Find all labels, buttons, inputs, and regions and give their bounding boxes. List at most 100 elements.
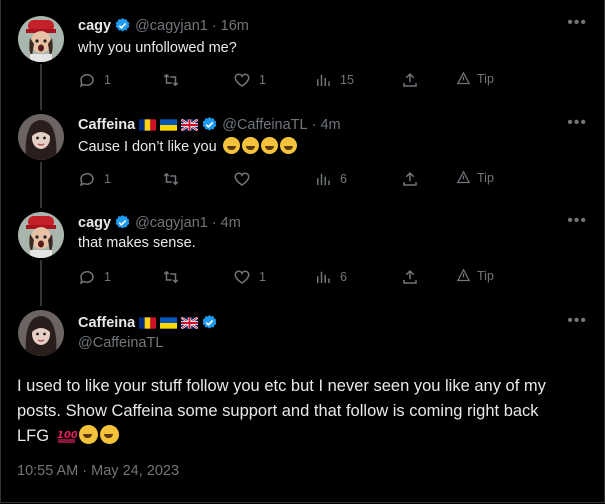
tweet-text: why you unfollowed me? [78, 40, 237, 56]
tweet-text: Cause I don’t like you [78, 137, 297, 155]
more-icon[interactable]: ••• [567, 312, 587, 330]
share-button[interactable] [401, 71, 419, 89]
share-icon [403, 171, 417, 186]
rolling-laughing-emoji-icon [222, 137, 240, 154]
tip-button[interactable]: Tip [456, 170, 494, 185]
retweet-icon [163, 270, 179, 284]
main-tweet-text: I used to like your stuff follow you etc… [17, 374, 597, 449]
retweet-button[interactable] [162, 268, 188, 286]
verified-badge-icon [202, 315, 217, 329]
romania-flag-icon [139, 118, 157, 131]
views-icon [317, 173, 330, 185]
action-bar: 1 1 6 Tip [78, 268, 508, 288]
tip-icon [456, 71, 471, 85]
tip-label: Tip [477, 268, 494, 283]
avatar[interactable] [18, 114, 64, 160]
tweet-header: Caffeina @CaffeinaTL · 4m [78, 116, 341, 133]
heart-icon [234, 73, 250, 87]
ukraine-flag-icon [160, 118, 178, 131]
avatar[interactable] [18, 310, 64, 356]
main-tweet-line: I used to like your stuff follow you etc… [17, 377, 546, 395]
tweet-timestamp[interactable]: 10:55 AM · May 24, 2023 [17, 463, 179, 479]
separator: · [211, 17, 217, 34]
like-button[interactable]: 1 [233, 268, 266, 286]
tip-button[interactable]: Tip [456, 71, 494, 86]
timestamp[interactable]: 16m [221, 18, 249, 34]
like-count: 1 [259, 73, 266, 87]
display-name[interactable]: cagy [78, 215, 111, 231]
like-count: 1 [259, 270, 266, 284]
tweet-header: cagy @cagyjan1 · 4m [78, 214, 241, 231]
romania-flag-icon [139, 316, 157, 329]
heart-icon [234, 172, 250, 186]
timestamp[interactable]: 4m [320, 117, 340, 133]
reply-icon [79, 270, 94, 285]
reply-tweet[interactable]: cagy @cagyjan1 · 4m ••• that makes sense… [0, 198, 605, 296]
reply-tweet[interactable]: Caffeina @CaffeinaTL · 4m ••• Cause I do… [0, 100, 605, 198]
reply-button[interactable]: 1 [78, 170, 111, 188]
like-button[interactable] [233, 170, 259, 188]
reply-button[interactable]: 1 [78, 71, 111, 89]
handle[interactable]: @CaffeinaTL [222, 117, 307, 133]
uk-flag-icon [180, 315, 199, 330]
display-name[interactable]: Caffeina [78, 117, 135, 133]
more-icon[interactable]: ••• [567, 114, 587, 132]
views-icon [317, 271, 330, 283]
tweet-header: cagy @cagyjan1 · 16m [78, 17, 249, 34]
rolling-laughing-emoji-icon [99, 425, 119, 444]
views-button[interactable]: 6 [314, 268, 347, 286]
reply-count: 1 [104, 73, 111, 87]
retweet-icon [163, 172, 179, 186]
view-count: 6 [340, 172, 347, 186]
views-button[interactable]: 6 [314, 170, 347, 188]
separator: · [311, 116, 317, 133]
laughing-tears-emoji-icon [78, 425, 98, 444]
avatar[interactable] [18, 16, 64, 62]
view-count: 15 [340, 73, 354, 87]
avatar[interactable] [18, 212, 64, 258]
display-name[interactable]: cagy [78, 18, 111, 34]
heart-icon [234, 270, 250, 284]
reply-button[interactable]: 1 [78, 268, 111, 286]
verified-badge-icon [202, 117, 217, 131]
verified-badge-icon [115, 18, 130, 32]
views-button[interactable]: 15 [314, 71, 354, 89]
uk-flag-icon [180, 117, 199, 132]
share-button[interactable] [401, 268, 419, 286]
hundred-points-emoji-icon: 100 [57, 426, 78, 443]
share-icon [403, 72, 417, 87]
tip-icon [456, 170, 471, 184]
reply-count: 1 [104, 270, 111, 284]
tweet-header: Caffeina [78, 314, 218, 331]
handle[interactable]: @cagyjan1 [135, 215, 208, 231]
display-name[interactable]: Caffeina [78, 315, 135, 331]
retweet-icon [163, 73, 179, 87]
rolling-laughing-emoji-icon [260, 137, 278, 154]
share-button[interactable] [401, 170, 419, 188]
ukraine-flag-icon [160, 316, 178, 329]
timestamp[interactable]: 4m [221, 215, 241, 231]
reply-count: 1 [104, 172, 111, 186]
retweet-button[interactable] [162, 71, 188, 89]
main-tweet-line: LFG 100 [17, 424, 597, 449]
tip-button[interactable]: Tip [456, 268, 494, 283]
main-tweet-line: posts. Show Caffeina some support and th… [17, 402, 539, 420]
verified-badge-icon [115, 215, 130, 229]
reply-tweet[interactable]: cagy @cagyjan1 · 16m ••• why you unfollo… [0, 0, 605, 100]
tweet-text-content: Cause I don’t like you [78, 139, 217, 155]
handle[interactable]: @CaffeinaTL [78, 335, 163, 351]
handle[interactable]: @cagyjan1 [135, 18, 208, 34]
separator: · [211, 214, 217, 231]
retweet-button[interactable] [162, 170, 188, 188]
tip-label: Tip [477, 170, 494, 185]
share-icon [403, 269, 417, 284]
more-icon[interactable]: ••• [567, 14, 587, 32]
tip-icon [456, 268, 471, 282]
views-icon [317, 74, 330, 86]
laughing-tears-emoji-icon [241, 137, 259, 154]
tip-label: Tip [477, 71, 494, 86]
like-button[interactable]: 1 [233, 71, 266, 89]
more-icon[interactable]: ••• [567, 212, 587, 230]
main-tweet-line-text: LFG [17, 427, 50, 445]
reply-icon [79, 73, 94, 88]
